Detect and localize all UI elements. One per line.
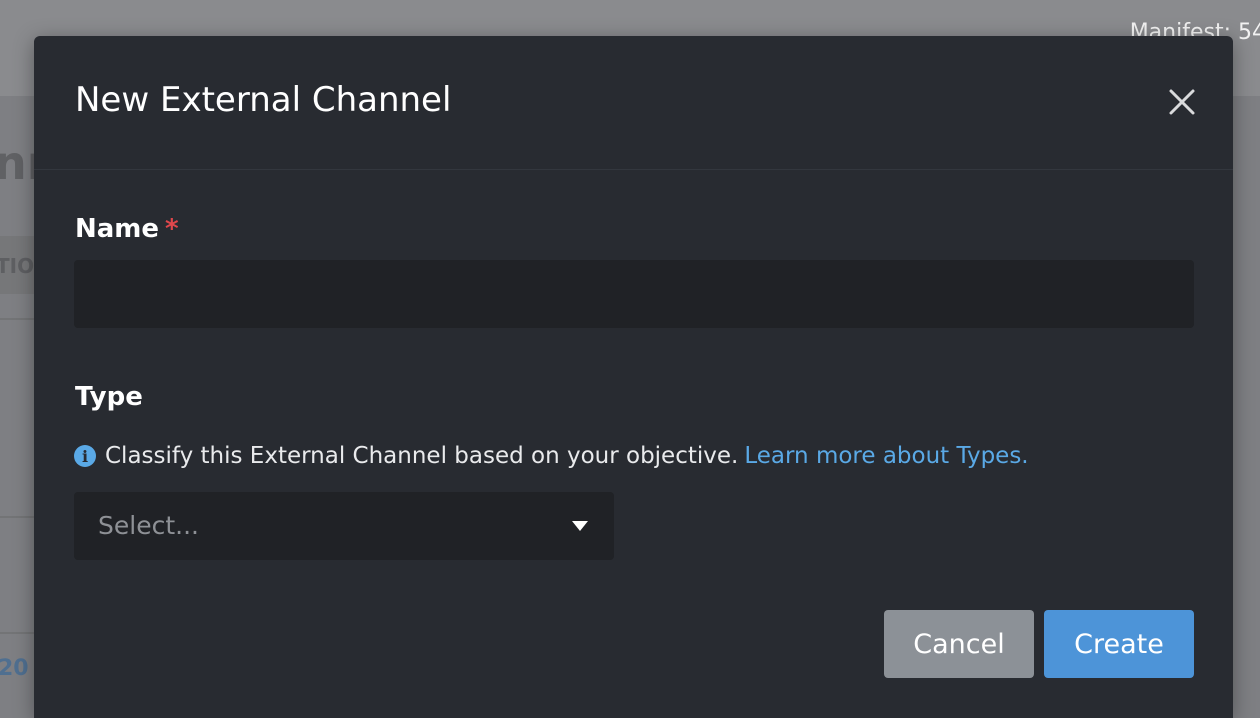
background-column-label: TIO [0,254,35,278]
modal-title: New External Channel [75,80,452,120]
name-input[interactable] [74,260,1194,328]
name-label-text: Name [75,214,160,244]
modal-header: New External Channel [34,36,1233,170]
close-button[interactable] [1168,88,1196,116]
background-link: 20 [0,656,29,681]
type-label: Type [75,382,143,412]
type-select-placeholder: Select... [98,511,199,540]
type-help-text: Classify this External Channel based on … [105,443,739,469]
info-icon: i [74,445,96,467]
type-help: i Classify this External Channel based o… [74,442,1029,470]
learn-more-types-link[interactable]: Learn more about Types. [744,443,1028,469]
new-external-channel-modal: New External Channel Name * Type i Classi… [34,36,1233,718]
caret-down-icon [572,521,588,531]
create-button[interactable]: Create [1044,610,1194,678]
cancel-button[interactable]: Cancel [884,610,1034,678]
close-icon [1169,89,1195,115]
type-select[interactable]: Select... [74,492,614,560]
required-marker: * [165,214,179,244]
background-heading: nn [0,136,34,190]
name-label: Name * [75,214,179,244]
